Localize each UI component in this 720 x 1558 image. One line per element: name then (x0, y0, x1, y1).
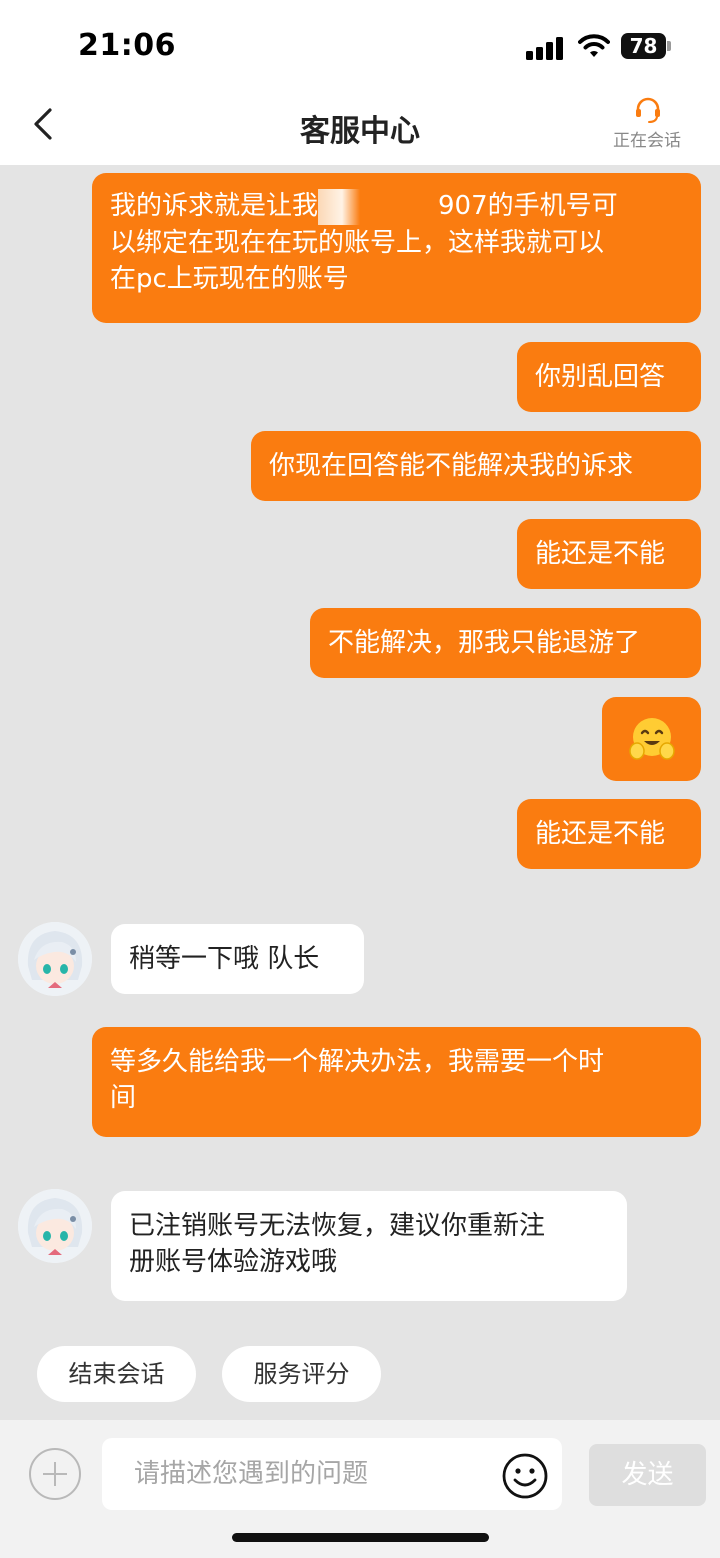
end-chat-button[interactable]: 结束会话 (37, 1346, 196, 1402)
cellular-signal-icon (526, 36, 564, 60)
hugging-face-emoji-icon (629, 718, 675, 760)
status-bar: 21:06 78 (0, 0, 720, 90)
message-line: 已注销账号无法恢复，建议你重新注 (129, 1211, 546, 1241)
message-text: 能还是不能 (535, 539, 666, 569)
chat-area[interactable]: 我的诉求就是让我 907的手机号可 以绑定在现在在玩的账号上，这样我就可以 在pc… (0, 165, 720, 1420)
wifi-icon (578, 34, 610, 57)
message-line: 间 (110, 1083, 137, 1113)
chat-bubble-outgoing[interactable]: 不能解决，那我只能退游了 (310, 608, 701, 678)
chat-bubble-outgoing[interactable] (602, 697, 701, 781)
chat-bubble-incoming[interactable]: 稍等一下哦 队长 (111, 924, 364, 994)
battery-icon: 78 (621, 33, 671, 59)
message-text: 稍等一下哦 队长 (129, 944, 320, 974)
send-button[interactable]: 发送 (589, 1444, 706, 1506)
nav-header: 客服中心 正在会话 (0, 90, 720, 165)
message-text: 能还是不能 (535, 819, 666, 849)
emoji-picker-icon[interactable] (501, 1452, 549, 1500)
status-time: 21:06 (78, 28, 176, 63)
rate-service-button[interactable]: 服务评分 (222, 1346, 381, 1402)
message-input[interactable] (102, 1438, 562, 1510)
headset-icon (636, 97, 660, 123)
message-text: 你现在回答能不能解决我的诉求 (269, 451, 634, 481)
message-line: 等多久能给我一个解决办法，我需要一个时 (110, 1047, 605, 1077)
input-bar: 发送 (0, 1420, 720, 1558)
chat-bubble-outgoing[interactable]: 你现在回答能不能解决我的诉求 (251, 431, 701, 501)
chat-bubble-outgoing[interactable]: 能还是不能 (517, 799, 701, 869)
agent-status-label: 正在会话 (613, 131, 681, 151)
message-line: 以绑定在现在在玩的账号上，这样我就可以 (110, 227, 605, 258)
battery-percent: 78 (629, 34, 658, 58)
home-indicator (232, 1533, 489, 1542)
chat-bubble-outgoing[interactable]: 等多久能给我一个解决办法，我需要一个时 间 (92, 1027, 701, 1137)
agent-avatar (18, 922, 92, 996)
agent-status[interactable]: 正在会话 (610, 94, 684, 154)
chat-bubble-incoming[interactable]: 已注销账号无法恢复，建议你重新注 册账号体验游戏哦 (111, 1191, 627, 1301)
message-line: 册账号体验游戏哦 (129, 1247, 338, 1277)
chat-bubble-outgoing[interactable]: 我的诉求就是让我 907的手机号可 以绑定在现在在玩的账号上，这样我就可以 在pc… (92, 173, 701, 323)
message-text: 你别乱回答 (535, 362, 666, 392)
message-line: 我的诉求就是让我 907的手机号可 (110, 188, 683, 225)
add-attachment-button[interactable] (29, 1448, 81, 1500)
redacted-phone-number (318, 188, 439, 225)
agent-avatar (18, 1189, 92, 1263)
chat-bubble-outgoing[interactable]: 能还是不能 (517, 519, 701, 589)
message-text: 不能解决，那我只能退游了 (328, 628, 641, 658)
message-line: 在pc上玩现在的账号 (110, 263, 349, 294)
chat-bubble-outgoing[interactable]: 你别乱回答 (517, 342, 701, 412)
